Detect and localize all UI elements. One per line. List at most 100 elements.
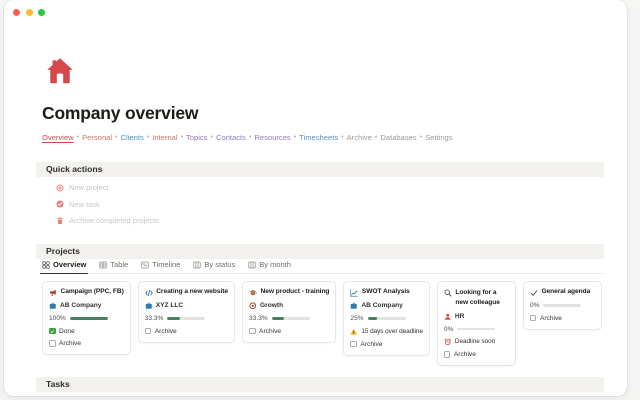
progress-percent: 0%: [529, 302, 540, 309]
nav-separator: •: [115, 134, 118, 141]
nav-link-internal[interactable]: Internal: [152, 133, 177, 142]
progress-bar: [543, 304, 582, 307]
close-button[interactable]: [13, 9, 20, 16]
minimize-button[interactable]: [25, 9, 33, 16]
card-title: Campaign (PPC, FB): [60, 288, 124, 295]
quick-action-label: New project: [69, 183, 109, 192]
archive-checkbox[interactable]: [443, 351, 451, 358]
zoom-button[interactable]: [38, 9, 45, 16]
target-icon: [249, 302, 257, 310]
plus-circle-icon: [56, 183, 64, 192]
project-card-colleague[interactable]: Looking for a new colleague HR 0% Deadli…: [436, 281, 516, 367]
new-task-button[interactable]: New task: [56, 200, 100, 209]
project-card-agenda[interactable]: General agenda 0% Archive: [522, 281, 602, 330]
board-icon: [193, 261, 201, 268]
progress-row: 0%: [530, 302, 595, 309]
archive-completed-button[interactable]: Archive completed projects: [56, 216, 159, 225]
window-controls: [13, 9, 45, 16]
nav-link-settings[interactable]: Settings: [425, 133, 452, 142]
archive-row[interactable]: Archive: [49, 340, 124, 347]
deadline-warning-label: 15 days over deadline: [361, 327, 423, 335]
card-tag-label: HR: [454, 312, 465, 320]
progress-bar: [367, 317, 406, 320]
quick-action-label: New task: [69, 199, 100, 209]
project-card-swot[interactable]: SWOT Analysis AB Company 25% 15 days ove…: [343, 281, 430, 356]
progress-row: 100%: [49, 315, 124, 322]
alarm-clock-icon: [444, 338, 451, 346]
chart-increasing-icon: [350, 288, 359, 297]
table-icon: [99, 261, 107, 268]
warning-icon: [350, 328, 358, 335]
done-row[interactable]: Done: [49, 328, 124, 335]
archive-checkbox[interactable]: [249, 327, 256, 335]
card-title: General agenda: [541, 288, 591, 295]
nav-separator: •: [180, 134, 184, 141]
nav-link-topics[interactable]: Topics: [186, 133, 208, 142]
progress-row: 33.3%: [145, 315, 228, 322]
nav-separator: •: [341, 134, 344, 141]
tab-timeline[interactable]: Timeline: [141, 260, 180, 269]
card-tag-label: AB Company: [60, 302, 102, 310]
new-project-button[interactable]: New project: [56, 183, 109, 192]
card-title: New product - training: [260, 288, 330, 295]
deadline-warning-row: 15 days over deadline: [350, 327, 423, 336]
nav-link-resources[interactable]: Resources: [254, 133, 290, 142]
tab-overview[interactable]: Overview: [39, 260, 89, 274]
tab-label: Overview: [53, 260, 87, 269]
nav-link-overview[interactable]: Overview: [42, 133, 74, 142]
trash-icon: [56, 217, 64, 224]
project-card-campaign[interactable]: Campaign (PPC, FB) AB Company 100% Done …: [42, 281, 131, 355]
archive-checkbox[interactable]: [49, 340, 56, 347]
nav-link-personal[interactable]: Personal: [82, 133, 112, 142]
card-title: Creating a new website: [156, 288, 229, 295]
project-cards: Campaign (PPC, FB) AB Company 100% Done …: [42, 281, 602, 367]
progress-percent: 33.3%: [144, 315, 164, 322]
quick-actions-heading: Quick actions: [36, 162, 604, 177]
archive-checkbox[interactable]: [350, 340, 357, 348]
archive-label: Archive: [259, 327, 282, 335]
progress-bar: [271, 317, 310, 320]
megaphone-icon: [49, 289, 56, 296]
quick-action-label: Archive completed projects: [69, 216, 160, 225]
archive-checkbox[interactable]: [529, 314, 537, 322]
archive-row[interactable]: Archive: [350, 341, 422, 348]
archive-label: Archive: [539, 314, 562, 322]
archive-row[interactable]: Archive: [249, 328, 329, 335]
nav-link-clients[interactable]: Clients: [121, 133, 144, 142]
project-card-training[interactable]: New product - training Growth 33.3% Arch…: [242, 281, 337, 343]
progress-bar: [167, 317, 206, 320]
nav-link-contacts[interactable]: Contacts: [216, 133, 246, 142]
archive-label: Archive: [59, 340, 81, 347]
progress-percent: 25%: [350, 315, 364, 322]
briefcase-icon: [49, 302, 56, 309]
nav-separator: •: [210, 134, 213, 141]
nav-link-archive[interactable]: Archive: [347, 133, 372, 142]
card-title: Looking for a new colleague: [455, 289, 500, 306]
tab-label: By month: [259, 260, 291, 269]
app-window: Company overview Overview • Personal • C…: [4, 0, 627, 396]
project-card-website[interactable]: Creating a new website XYZ LLC 33.3% Arc…: [137, 281, 236, 343]
archive-row[interactable]: Archive: [443, 351, 509, 358]
briefcase-icon: [145, 302, 152, 309]
archive-label: Archive: [360, 340, 383, 348]
done-checkbox[interactable]: [49, 327, 56, 335]
magnifier-icon: [444, 289, 452, 297]
home-icon[interactable]: [45, 56, 75, 86]
deadline-soon-label: Deadline soon: [454, 338, 496, 346]
progress-bar: [69, 317, 108, 320]
nav-separator: •: [374, 134, 378, 141]
tab-by-month[interactable]: By month: [248, 260, 291, 269]
nav-link-databases[interactable]: Databases: [380, 133, 416, 142]
archive-label: Archive: [154, 327, 177, 335]
archive-row[interactable]: Archive: [144, 327, 228, 335]
tab-label: Timeline: [152, 260, 181, 269]
card-tag-label: Growth: [260, 302, 284, 310]
card-title: SWOT Analysis: [361, 288, 410, 295]
progress-percent: 0%: [443, 325, 454, 333]
nav-link-timesheets[interactable]: Timesheets: [299, 133, 338, 142]
tab-table[interactable]: Table: [99, 260, 128, 269]
archive-row[interactable]: Archive: [529, 314, 595, 322]
archive-checkbox[interactable]: [144, 327, 152, 335]
nav-separator: •: [146, 134, 150, 141]
tab-by-status[interactable]: By status: [193, 260, 235, 269]
